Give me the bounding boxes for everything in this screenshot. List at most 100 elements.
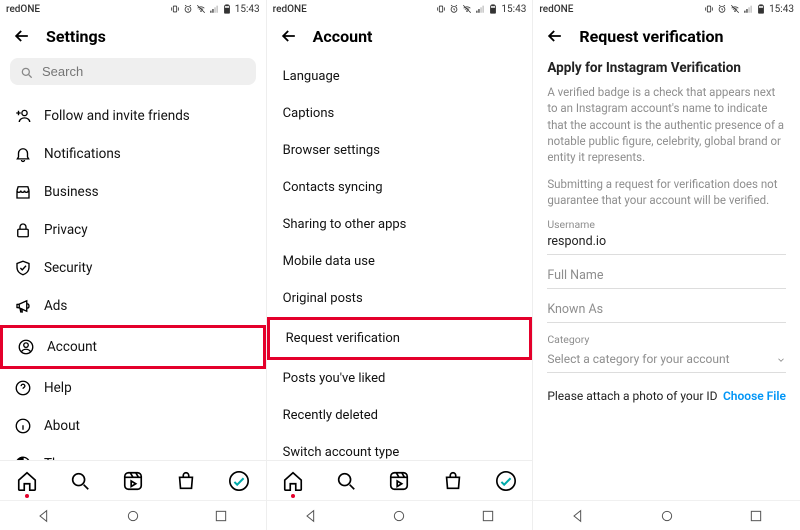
category-label: Category xyxy=(547,333,786,346)
chevron-down-icon xyxy=(776,354,786,364)
settings-item-business[interactable]: Business xyxy=(0,173,266,211)
username-value: respond.io xyxy=(547,231,786,250)
time-label: 15:43 xyxy=(501,4,526,15)
page-title: Account xyxy=(313,27,373,46)
wifi-off-icon xyxy=(730,4,740,14)
item-label: Account xyxy=(47,339,97,355)
tab-profile[interactable] xyxy=(228,470,250,492)
nav-home[interactable] xyxy=(659,508,675,524)
storefront-icon xyxy=(14,183,32,201)
nav-back[interactable] xyxy=(36,508,52,524)
knownas-label: Known As xyxy=(547,299,786,318)
account-item-browser[interactable]: Browser settings xyxy=(267,132,533,169)
attach-text: Please attach a photo of your ID xyxy=(547,389,717,403)
vibrate-icon xyxy=(170,4,180,14)
item-label: Security xyxy=(44,260,92,276)
signal-icon xyxy=(209,4,219,14)
add-friend-icon xyxy=(14,107,32,125)
tab-search[interactable] xyxy=(69,470,91,492)
page-title: Request verification xyxy=(579,27,723,46)
tab-home[interactable] xyxy=(16,470,38,492)
header: Request verification xyxy=(533,16,800,54)
account-item-contacts[interactable]: Contacts syncing xyxy=(267,169,533,206)
account-item-original[interactable]: Original posts xyxy=(267,280,533,317)
account-item-deleted[interactable]: Recently deleted xyxy=(267,397,533,434)
alarm-icon xyxy=(717,4,727,14)
account-item-mobiledata[interactable]: Mobile data use xyxy=(267,243,533,280)
battery-icon xyxy=(488,4,498,14)
android-nav-bar xyxy=(267,500,533,530)
signal-icon xyxy=(743,4,753,14)
screen-settings: redONE 15:43 Settings Follow and xyxy=(0,0,267,530)
category-select[interactable]: Select a category for your account xyxy=(547,346,786,373)
time-label: 15:43 xyxy=(235,4,260,15)
knownas-field[interactable]: Known As xyxy=(547,299,786,323)
back-button[interactable] xyxy=(12,26,32,46)
fullname-field[interactable]: Full Name xyxy=(547,265,786,289)
item-label: Notifications xyxy=(44,146,121,162)
help-icon xyxy=(14,379,32,397)
screen-verification: redONE 15:43 Request verification Apply … xyxy=(533,0,800,530)
settings-item-security[interactable]: Security xyxy=(0,249,266,287)
back-button[interactable] xyxy=(279,26,299,46)
tab-reels[interactable] xyxy=(388,470,410,492)
nav-home[interactable] xyxy=(125,508,141,524)
wifi-off-icon xyxy=(462,4,472,14)
tab-reels[interactable] xyxy=(122,470,144,492)
settings-item-follow[interactable]: Follow and invite friends xyxy=(0,97,266,135)
tab-shop[interactable] xyxy=(175,470,197,492)
search-icon xyxy=(20,65,34,79)
tab-search[interactable] xyxy=(335,470,357,492)
status-icons: 15:43 xyxy=(704,4,794,15)
nav-home[interactable] xyxy=(391,508,407,524)
nav-recent[interactable] xyxy=(748,508,764,524)
shield-icon xyxy=(14,259,32,277)
settings-item-notifications[interactable]: Notifications xyxy=(0,135,266,173)
search-input[interactable] xyxy=(42,64,246,79)
search-box[interactable] xyxy=(10,58,256,85)
settings-item-theme[interactable]: Theme xyxy=(0,445,266,460)
settings-item-account[interactable]: Account xyxy=(0,325,266,369)
android-nav-bar xyxy=(0,500,266,530)
nav-recent[interactable] xyxy=(213,508,229,524)
carrier-label: redONE xyxy=(273,4,307,15)
status-bar: redONE 15:43 xyxy=(0,0,266,16)
tab-bar xyxy=(267,460,533,500)
category-placeholder: Select a category for your account xyxy=(547,352,729,366)
switch-account-type[interactable]: Switch account type xyxy=(267,434,533,460)
page-title: Settings xyxy=(46,27,106,46)
form-description-1: A verified badge is a check that appears… xyxy=(547,84,786,166)
nav-recent[interactable] xyxy=(480,508,496,524)
tab-home[interactable] xyxy=(282,470,304,492)
battery-icon xyxy=(222,4,232,14)
alarm-icon xyxy=(183,4,193,14)
time-label: 15:43 xyxy=(769,4,794,15)
settings-item-about[interactable]: About xyxy=(0,407,266,445)
lock-icon xyxy=(14,221,32,239)
header: Settings xyxy=(0,16,266,54)
account-icon xyxy=(17,338,35,356)
settings-item-privacy[interactable]: Privacy xyxy=(0,211,266,249)
nav-back[interactable] xyxy=(303,508,319,524)
signal-icon xyxy=(475,4,485,14)
account-item-language[interactable]: Language xyxy=(267,58,533,95)
tab-shop[interactable] xyxy=(442,470,464,492)
account-item-verification[interactable]: Request verification xyxy=(267,317,533,360)
nav-back[interactable] xyxy=(570,508,586,524)
megaphone-icon xyxy=(14,297,32,315)
form-heading: Apply for Instagram Verification xyxy=(547,60,786,76)
username-field[interactable]: Username respond.io xyxy=(547,218,786,255)
account-item-captions[interactable]: Captions xyxy=(267,95,533,132)
settings-item-ads[interactable]: Ads xyxy=(0,287,266,325)
account-item-liked[interactable]: Posts you've liked xyxy=(267,360,533,397)
back-button[interactable] xyxy=(545,26,565,46)
item-label: Privacy xyxy=(44,222,88,238)
settings-item-help[interactable]: Help xyxy=(0,369,266,407)
notification-dot xyxy=(291,494,295,498)
account-item-sharing[interactable]: Sharing to other apps xyxy=(267,206,533,243)
form-description-2: Submitting a request for verification do… xyxy=(547,176,786,209)
wifi-off-icon xyxy=(196,4,206,14)
choose-file-button[interactable]: Choose File xyxy=(723,389,786,403)
tab-profile[interactable] xyxy=(495,470,517,492)
status-icons: 15:43 xyxy=(170,4,260,15)
